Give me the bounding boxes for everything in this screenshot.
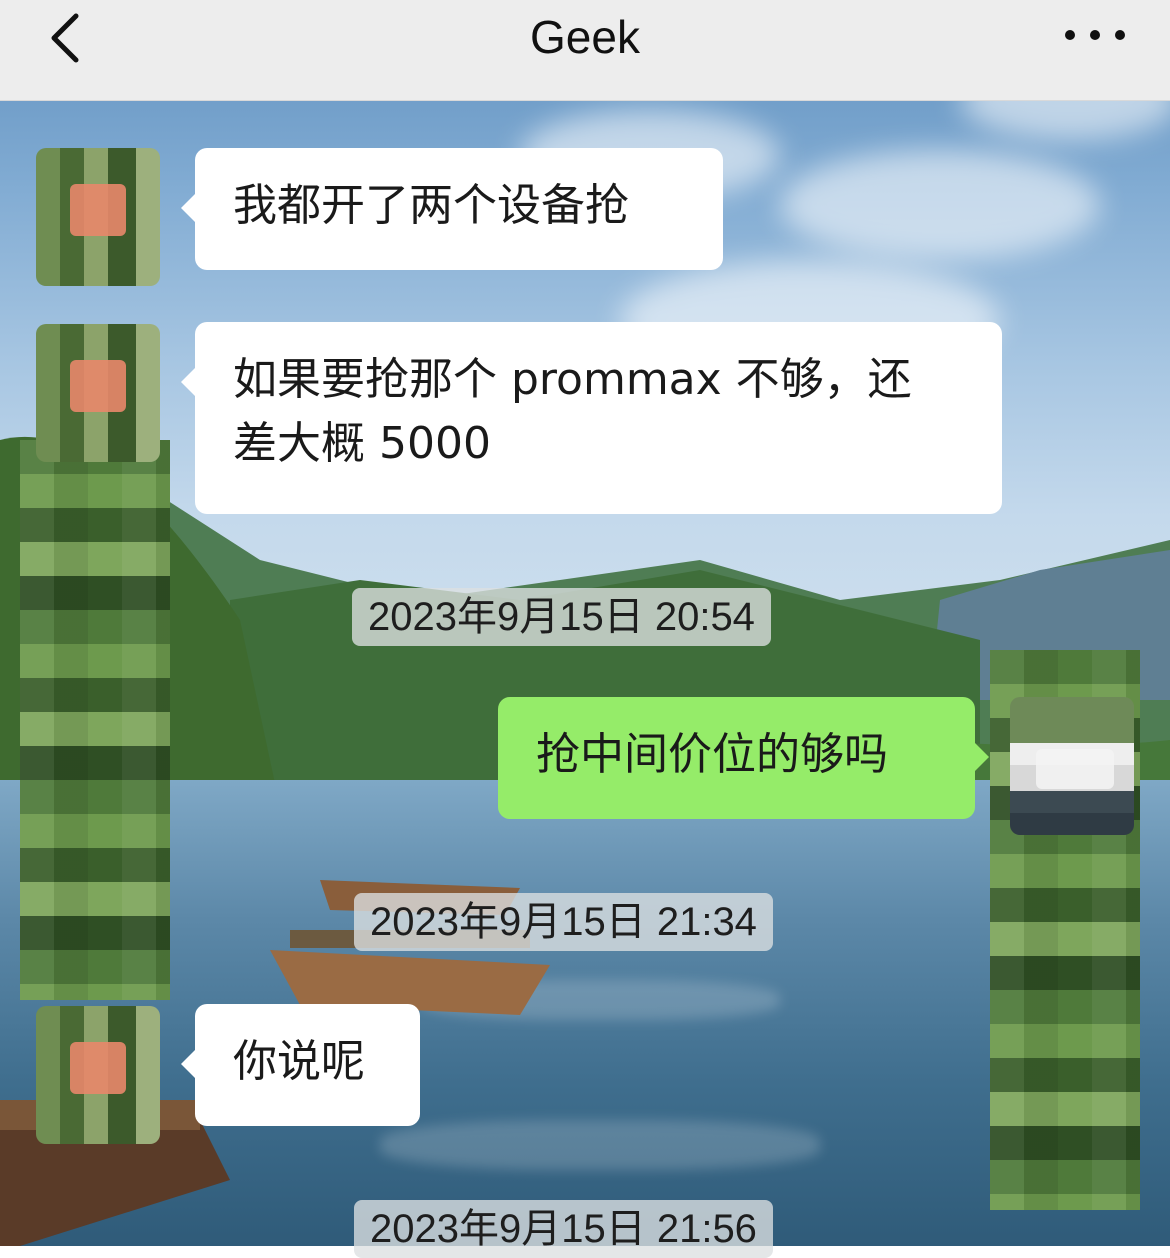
timestamp: 2023年9月15日 20:54 xyxy=(352,588,771,646)
chat-header: Geek xyxy=(0,0,1170,101)
message-text: 你说呢 xyxy=(233,1036,365,1087)
timestamp: 2023年9月15日 21:34 xyxy=(354,893,773,951)
chat-title: Geek xyxy=(530,11,640,63)
more-horizontal-icon[interactable] xyxy=(1060,20,1130,50)
my-avatar[interactable] xyxy=(1010,697,1134,835)
message-bubble-incoming[interactable]: 我都开了两个设备抢 xyxy=(181,148,723,270)
contact-avatar[interactable] xyxy=(36,148,160,286)
pixelated-region xyxy=(20,440,170,1000)
timestamp: 2023年9月15日 21:56 xyxy=(354,1200,773,1258)
message-text: 抢中间价位的够吗 xyxy=(536,729,888,780)
contact-avatar[interactable] xyxy=(36,1006,160,1144)
message-text-line: 如果要抢那个 prommax 不够，还 xyxy=(233,354,912,405)
message-text: 我都开了两个设备抢 xyxy=(233,180,629,231)
message-bubble-incoming[interactable]: 你说呢 xyxy=(181,1004,420,1126)
message-bubble-outgoing[interactable]: 抢中间价位的够吗 xyxy=(498,697,989,819)
message-text-line: 差大概 5000 xyxy=(233,418,491,469)
contact-avatar[interactable] xyxy=(36,324,160,462)
message-bubble-incoming[interactable]: 如果要抢那个 prommax 不够，还 差大概 5000 xyxy=(181,322,1002,514)
